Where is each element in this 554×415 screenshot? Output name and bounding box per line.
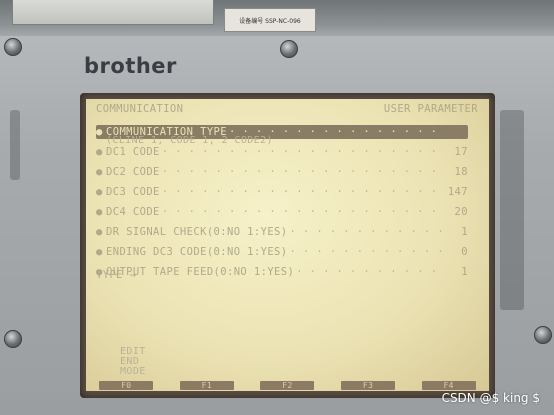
menu-item-value[interactable]: 17 — [446, 146, 468, 158]
communication-type-detail: (CLINE 1, CODE 1, 2 CODE2) — [106, 135, 273, 146]
menu-item-label: DC1 CODE — [106, 146, 160, 158]
brand-logo: brother — [84, 54, 177, 78]
screw-icon — [4, 330, 22, 348]
menu-item-label: DC2 CODE — [106, 166, 160, 178]
menu-item[interactable]: ● DC4 CODE · · · · · · · · · · · · · · · ·… — [96, 205, 468, 219]
menu-item-label: ENDING DC3 CODE(0:NO 1:YES) — [106, 246, 288, 258]
menu-item[interactable]: ● ENDING DC3 CODE(0:NO 1:YES) · · · · · · … — [96, 245, 468, 259]
leader-dots: · · · · · · · · · · · · · · · · · · · · … — [161, 206, 444, 218]
screw-icon — [534, 326, 552, 344]
mode-line: MODE — [120, 366, 146, 377]
menu-item-label: DR SIGNAL CHECK(0:NO 1:YES) — [106, 226, 288, 238]
menu-item[interactable]: ● OUTPUT TAPE FEED(0:NO 1:YES) · · · · · ·… — [96, 265, 468, 279]
function-key-f0[interactable]: F0 — [99, 380, 154, 390]
bullet-icon: ● — [96, 146, 103, 158]
mode-indicator: EDIT END MODE — [120, 347, 146, 377]
asset-sticker: 设备编号 SSP-NC-096 — [224, 8, 316, 32]
menu-item-value[interactable]: 0 — [446, 246, 468, 258]
bullet-icon: ● — [96, 206, 103, 218]
screen-header: COMMUNICATION USER PARAMETER — [96, 103, 478, 115]
wear-mark — [10, 110, 20, 180]
bullet-icon: ● — [96, 166, 103, 178]
menu-item-value[interactable]: 18 — [446, 166, 468, 178]
menu-item[interactable]: ● DC3 CODE · · · · · · · · · · · · · · · ·… — [96, 185, 468, 199]
function-key-bar: F0 F1 F2 F3 F4 — [86, 379, 489, 391]
screen-mode-title: USER PARAMETER — [383, 103, 478, 115]
function-key-f3[interactable]: F3 — [341, 380, 396, 390]
menu-item-value[interactable]: 20 — [446, 206, 468, 218]
bullet-icon: ● — [96, 226, 103, 238]
crt-screen: COMMUNICATION USER PARAMETER ● COMMUNICAT… — [86, 99, 489, 391]
screw-icon — [4, 38, 22, 56]
leader-dots: · · · · · · · · · · · · · · · · · · · · … — [289, 246, 444, 258]
bullet-icon: ● — [96, 186, 103, 198]
leader-dots: · · · · · · · · · · · · · · · · · · · · … — [289, 226, 444, 238]
leader-dots: · · · · · · · · · · · · · · · · · · · · … — [161, 166, 444, 178]
menu-item[interactable]: ● DC2 CODE · · · · · · · · · · · · · · · ·… — [96, 165, 468, 179]
menu-item[interactable]: ● DC1 CODE · · · · · · · · · · · · · · · ·… — [96, 145, 468, 159]
top-plate — [12, 0, 214, 25]
bullet-icon: ● — [96, 246, 103, 258]
type-prompt[interactable]: TYPE → — [96, 269, 136, 281]
menu-item-value[interactable]: 1 — [446, 266, 468, 278]
screw-icon — [280, 40, 298, 58]
watermark: CSDN @$ king $ — [441, 391, 540, 405]
bullet-icon: ● — [96, 126, 103, 138]
screen-title: COMMUNICATION — [96, 103, 184, 115]
menu-item[interactable]: ● DR SIGNAL CHECK(0:NO 1:YES) · · · · · · … — [96, 225, 468, 239]
menu-item-value[interactable]: 1 — [446, 226, 468, 238]
function-key-f1[interactable]: F1 — [179, 380, 234, 390]
menu-item-value[interactable]: 147 — [446, 186, 468, 198]
leader-dots: · · · · · · · · · · · · · · · · · · · · … — [161, 146, 444, 158]
menu-item-label: DC4 CODE — [106, 206, 160, 218]
wear-mark — [500, 110, 524, 310]
leader-dots: · · · · · · · · · · · · · · · · · · · · … — [161, 186, 444, 198]
function-key-f4[interactable]: F4 — [421, 380, 476, 390]
leader-dots: · · · · · · · · · · · · · · · · · · · · … — [296, 266, 444, 278]
function-key-f2[interactable]: F2 — [260, 380, 315, 390]
menu-item-label: DC3 CODE — [106, 186, 160, 198]
